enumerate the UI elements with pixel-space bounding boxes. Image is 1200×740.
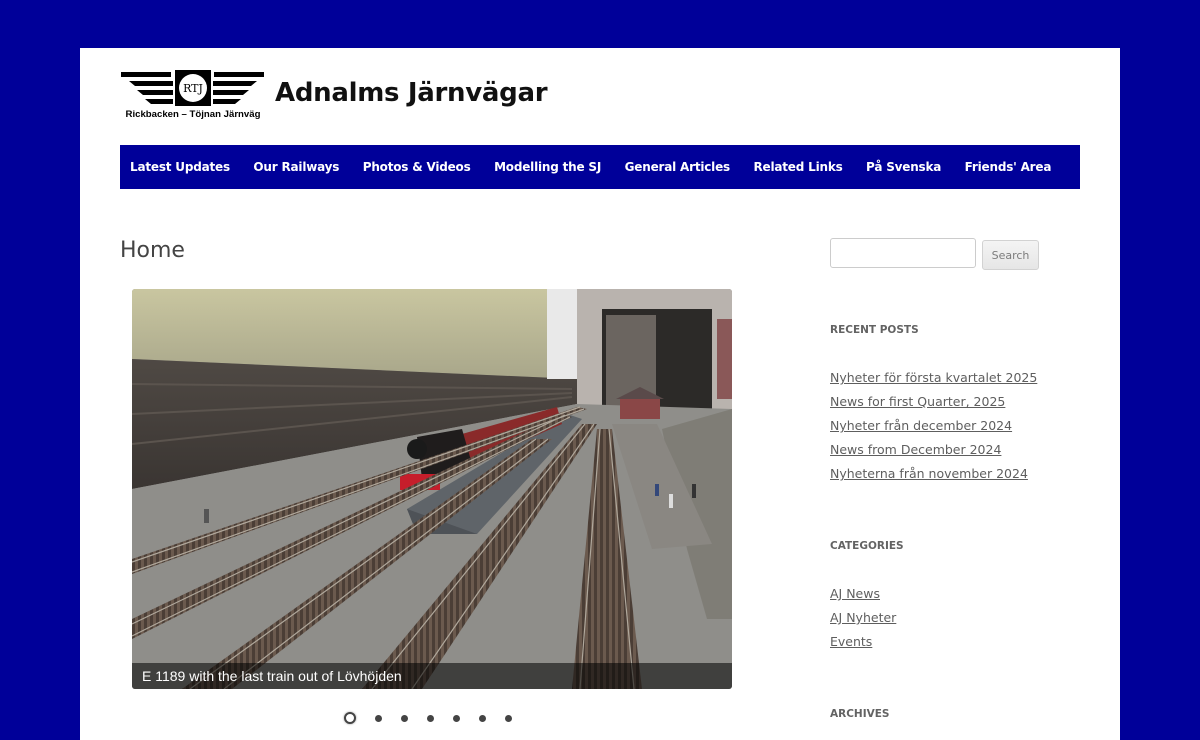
slideshow-pagination (344, 712, 531, 724)
site-logo[interactable]: RTJ Rickbacken – Töjnan Järnväg (121, 70, 265, 120)
archives-title: ARCHIVES (830, 708, 890, 720)
model-railway-photo (132, 289, 732, 689)
search-button[interactable]: Search (982, 240, 1039, 270)
category-link[interactable]: AJ News (830, 582, 896, 606)
site-title[interactable]: Adnalms Järnvägar (275, 78, 548, 108)
recent-posts-title: RECENT POSTS (830, 324, 919, 336)
nav-item-modelling-the-sj[interactable]: Modelling the SJ (494, 160, 601, 174)
recent-posts-list: Nyheter för första kvartalet 2025 News f… (830, 366, 1037, 486)
nav-item-friends-area[interactable]: Friends' Area (965, 160, 1052, 174)
nav-item-related-links[interactable]: Related Links (753, 160, 842, 174)
slideshow-image[interactable]: E 1189 with the last train out of Lövhöj… (132, 289, 732, 689)
nav-item-our-railways[interactable]: Our Railways (253, 160, 339, 174)
category-link[interactable]: AJ Nyheter (830, 606, 896, 630)
slide-dot[interactable] (344, 712, 356, 724)
page-title: Home (120, 238, 185, 263)
slide-dot[interactable] (427, 714, 434, 722)
nav-item-pa-svenska[interactable]: På Svenska (866, 160, 941, 174)
categories-title: CATEGORIES (830, 540, 904, 552)
main-navigation: Latest Updates Our Railways Photos & Vid… (120, 145, 1080, 189)
recent-post-link[interactable]: Nyheterna från november 2024 (830, 462, 1037, 486)
category-link[interactable]: Events (830, 630, 896, 654)
slide-dot[interactable] (453, 714, 460, 722)
categories-list: AJ News AJ Nyheter Events (830, 582, 896, 654)
logo-initials: RTJ (183, 82, 203, 95)
slide-caption: E 1189 with the last train out of Lövhöj… (132, 663, 732, 689)
nav-item-general-articles[interactable]: General Articles (625, 160, 731, 174)
slide-dot[interactable] (505, 714, 512, 722)
slide-dot[interactable] (401, 714, 408, 722)
slide-dot[interactable] (375, 714, 382, 722)
page-container: RTJ Rickbacken – Töjnan Järnväg Adnalms … (80, 48, 1120, 740)
nav-item-latest-updates[interactable]: Latest Updates (130, 160, 230, 174)
search-input[interactable] (830, 238, 976, 268)
recent-post-link[interactable]: News from December 2024 (830, 438, 1037, 462)
recent-post-link[interactable]: Nyheter för första kvartalet 2025 (830, 366, 1037, 390)
nav-item-photos-videos[interactable]: Photos & Videos (363, 160, 471, 174)
slide-dot[interactable] (479, 714, 486, 722)
logo-subtitle: Rickbacken – Töjnan Järnväg (126, 109, 261, 120)
recent-post-link[interactable]: News for first Quarter, 2025 (830, 390, 1037, 414)
recent-post-link[interactable]: Nyheter från december 2024 (830, 414, 1037, 438)
